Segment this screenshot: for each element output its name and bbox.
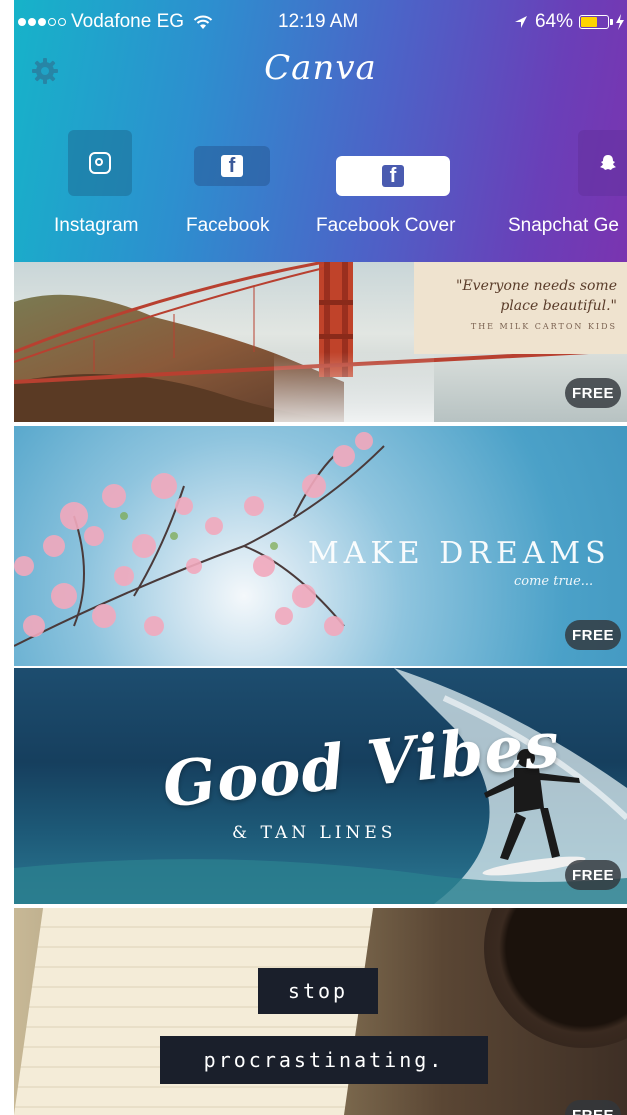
category-snapchat[interactable]: Snapchat Ge — [508, 130, 627, 240]
facebook-cover-tile: f — [336, 156, 450, 196]
category-label: Facebook Cover — [316, 215, 456, 236]
template-subtitle: come true... — [514, 574, 594, 589]
category-strip: Instagram f Facebook f Facebook Cover Sn… — [14, 130, 627, 250]
template-card[interactable]: MAKE DREAMS come true... FREE — [14, 426, 627, 666]
snapchat-icon — [600, 155, 616, 170]
category-facebook[interactable]: f Facebook — [186, 130, 296, 240]
template-card[interactable]: "Everyone needs some place beautiful." T… — [14, 262, 627, 422]
battery-icon — [579, 15, 613, 29]
template-card[interactable]: Good Vibes & TAN LINES FREE — [14, 668, 627, 904]
instagram-tile — [68, 130, 132, 196]
status-right: 64% — [513, 11, 625, 33]
facebook-icon: f — [221, 155, 243, 177]
snapchat-tile — [578, 130, 627, 196]
facebook-icon: f — [382, 165, 404, 187]
free-badge: FREE — [565, 1100, 621, 1115]
category-facebook-cover[interactable]: f Facebook Cover — [316, 130, 476, 240]
app-header: Vodafone EG 12:19 AM 64% Canva Instagram… — [14, 0, 627, 262]
template-subtitle: procrastinating. — [160, 1036, 488, 1084]
template-card[interactable]: stop procrastinating. FREE — [14, 908, 627, 1115]
signal-icon — [18, 18, 66, 26]
category-label: Instagram — [54, 215, 139, 236]
instagram-icon — [89, 152, 111, 174]
status-left: Vodafone EG — [18, 11, 213, 33]
template-subtitle: & TAN LINES — [232, 823, 397, 843]
facebook-tile: f — [194, 146, 270, 186]
location-arrow-icon — [514, 16, 527, 28]
free-badge: FREE — [565, 620, 621, 650]
quote-author: THE MILK CARTON KIDS — [470, 322, 617, 331]
free-badge: FREE — [565, 860, 621, 890]
free-badge: FREE — [565, 378, 621, 408]
charging-icon — [616, 14, 624, 30]
category-label: Snapchat Ge — [508, 215, 619, 236]
wifi-icon — [193, 15, 213, 29]
category-instagram[interactable]: Instagram — [54, 130, 164, 240]
battery-percent: 64% — [534, 11, 573, 32]
app-screen: Vodafone EG 12:19 AM 64% Canva Instagram… — [14, 0, 627, 1115]
status-bar: Vodafone EG 12:19 AM 64% — [14, 0, 627, 40]
canva-logo: Canva — [264, 48, 377, 88]
carrier-name: Vodafone EG — [71, 11, 185, 32]
template-title: MAKE DREAMS — [308, 536, 611, 571]
status-time: 12:19 AM — [278, 11, 359, 32]
template-title: stop — [258, 968, 378, 1014]
quote-text: "Everyone needs some place beautiful." — [456, 278, 617, 314]
quote-card: "Everyone needs some place beautiful." T… — [414, 262, 627, 354]
category-label: Facebook — [186, 215, 270, 236]
coffee-cup-photo — [484, 908, 627, 1048]
